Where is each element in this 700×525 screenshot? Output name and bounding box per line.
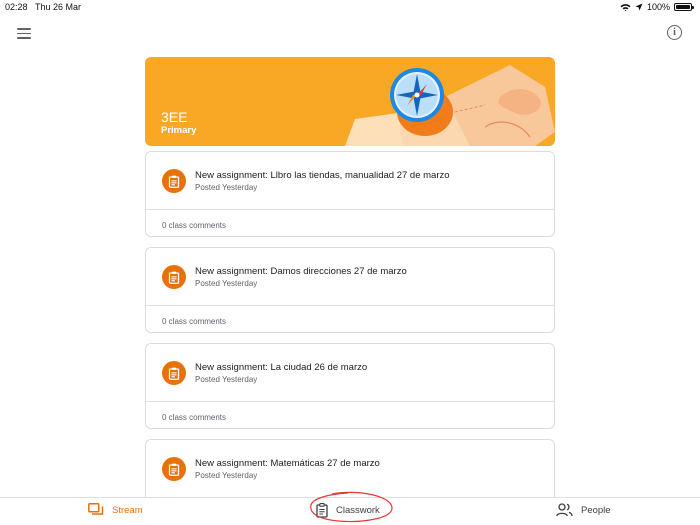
battery-percent: 100% xyxy=(646,2,670,12)
class-banner[interactable]: 3EE Primary xyxy=(145,57,555,146)
nav-classwork-label: Classwork xyxy=(336,505,380,516)
nav-people-label: People xyxy=(581,504,611,516)
wifi-icon xyxy=(620,3,631,11)
class-comments-link[interactable]: 0 class comments xyxy=(162,221,226,230)
top-app-bar: i xyxy=(0,18,700,48)
post-title: New assignment: Llbro las tiendas, manua… xyxy=(195,170,450,181)
stream-icon xyxy=(88,503,104,515)
stream-post[interactable]: New assignment: La ciudad 26 de marzo Po… xyxy=(145,343,555,429)
post-date: Posted Yesterday xyxy=(195,471,258,480)
assignment-icon xyxy=(162,457,186,481)
post-date: Posted Yesterday xyxy=(195,183,258,192)
assignment-icon xyxy=(162,169,186,193)
status-bar: 02:28 Thu 26 Mar 100% xyxy=(0,0,700,14)
class-section: Primary xyxy=(161,125,197,136)
post-title: New assignment: Damos direcciones 27 de … xyxy=(195,266,407,277)
nav-people[interactable]: People xyxy=(556,503,611,517)
nav-stream[interactable]: Stream xyxy=(88,503,143,517)
battery-icon xyxy=(674,3,694,11)
compass-map-illustration xyxy=(345,65,555,146)
status-date: Thu 26 Mar xyxy=(35,2,82,12)
class-name: 3EE xyxy=(161,109,188,125)
nav-classwork[interactable]: Classwork xyxy=(316,503,380,518)
post-divider xyxy=(146,209,554,210)
menu-icon[interactable] xyxy=(17,28,31,40)
post-title: New assignment: Matemáticas 27 de marzo xyxy=(195,458,380,469)
post-divider xyxy=(146,401,554,402)
classwork-icon xyxy=(316,503,328,518)
post-title: New assignment: La ciudad 26 de marzo xyxy=(195,362,368,373)
class-comments-link[interactable]: 0 class comments xyxy=(162,317,226,326)
post-date: Posted Yesterday xyxy=(195,279,258,288)
class-comments-link[interactable]: 0 class comments xyxy=(162,413,226,422)
status-indicators: 100% xyxy=(620,2,694,12)
bottom-navigation: Stream Classwork People xyxy=(0,497,700,525)
assignment-icon xyxy=(162,265,186,289)
location-arrow-icon xyxy=(635,3,643,11)
post-divider xyxy=(146,305,554,306)
status-time: 02:28 xyxy=(5,2,28,12)
stream-post[interactable]: New assignment: Damos direcciones 27 de … xyxy=(145,247,555,333)
post-date: Posted Yesterday xyxy=(195,375,258,384)
nav-stream-label: Stream xyxy=(112,504,143,516)
assignment-icon xyxy=(162,361,186,385)
info-icon[interactable]: i xyxy=(667,25,682,40)
stream-post[interactable]: New assignment: Llbro las tiendas, manua… xyxy=(145,151,555,237)
people-icon xyxy=(556,503,573,517)
